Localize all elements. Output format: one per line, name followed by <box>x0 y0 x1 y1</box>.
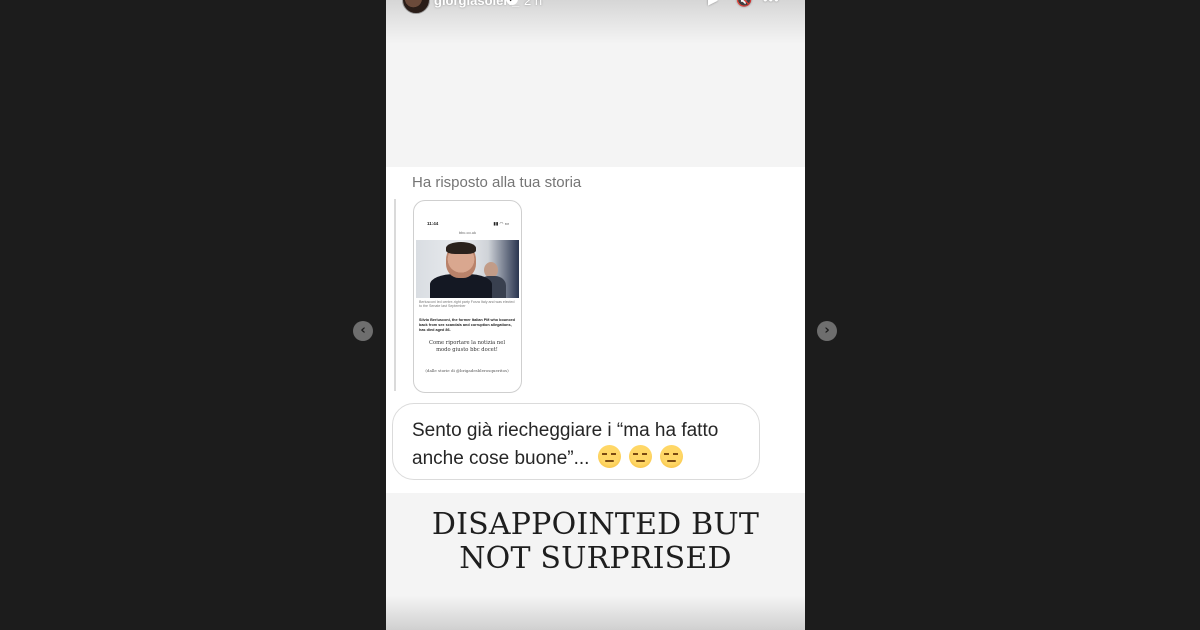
quote-bar <box>394 199 396 391</box>
thumbnail-article-text: Silvio Berlusconi, the former Italian PM… <box>419 318 515 333</box>
headline-line-2: NOT SURPRISED <box>459 541 732 576</box>
story-thumbnail[interactable]: 11:44 ▮▮ ◠ ▭ bbc.co.uk Berlusconi led ce… <box>413 200 522 393</box>
story-header: giorgiasoleri_ ✓ 2 h ▶ 🔇 ••• <box>386 0 805 44</box>
reply-label: Ha risposto alla tua storia <box>412 174 582 191</box>
story-viewer: giorgiasoleri_ ✓ 2 h ▶ 🔇 ••• Ha risposto… <box>386 0 805 630</box>
pensive-emoji-icon <box>660 445 684 468</box>
headline-line-1: DISAPPOINTED BUT <box>431 507 760 542</box>
thumbnail-url: bbc.co.uk <box>458 230 477 235</box>
play-icon[interactable]: ▶ <box>708 0 718 8</box>
reply-message-bubble: Sento già riecheggiare i “ma ha fatto an… <box>392 403 760 480</box>
reply-screenshot: Ha risposto alla tua storia 11:44 ▮▮ ◠ ▭… <box>386 167 805 493</box>
avatar[interactable] <box>402 0 430 14</box>
message-line-2-text: anche cose buone”... <box>412 448 590 469</box>
thumbnail-status-icons: ▮▮ ◠ ▭ <box>493 221 509 226</box>
thumbnail-subject-hair <box>446 242 476 254</box>
post-time: 2 h <box>524 0 543 8</box>
thumbnail-news-photo <box>416 240 519 298</box>
more-options-icon[interactable]: ••• <box>763 0 780 7</box>
thumbnail-status-time: 11:44 <box>427 221 439 226</box>
chevron-right-icon[interactable]: › <box>817 321 837 341</box>
chevron-left-icon[interactable]: ‹ <box>353 321 373 341</box>
thumbnail-handwritten-note: Come riportare la notizia nel modo giust… <box>429 340 505 354</box>
thumbnail-credit: (dalle storie di @brigadesblerosqueritos… <box>425 368 509 373</box>
story-headline: DISAPPOINTED BUT NOT SURPRISED <box>386 508 805 576</box>
thumbnail-caption: Berlusconi led centre-right party Forza … <box>419 300 515 309</box>
bottom-fade <box>386 596 805 630</box>
message-line-2: anche cose buone”... <box>412 445 741 473</box>
pensive-emoji-icon <box>597 445 621 468</box>
message-line-1: Sento già riecheggiare i “ma ha fatto <box>412 420 719 441</box>
pensive-emoji-icon <box>629 445 653 468</box>
mute-icon[interactable]: 🔇 <box>736 0 752 8</box>
